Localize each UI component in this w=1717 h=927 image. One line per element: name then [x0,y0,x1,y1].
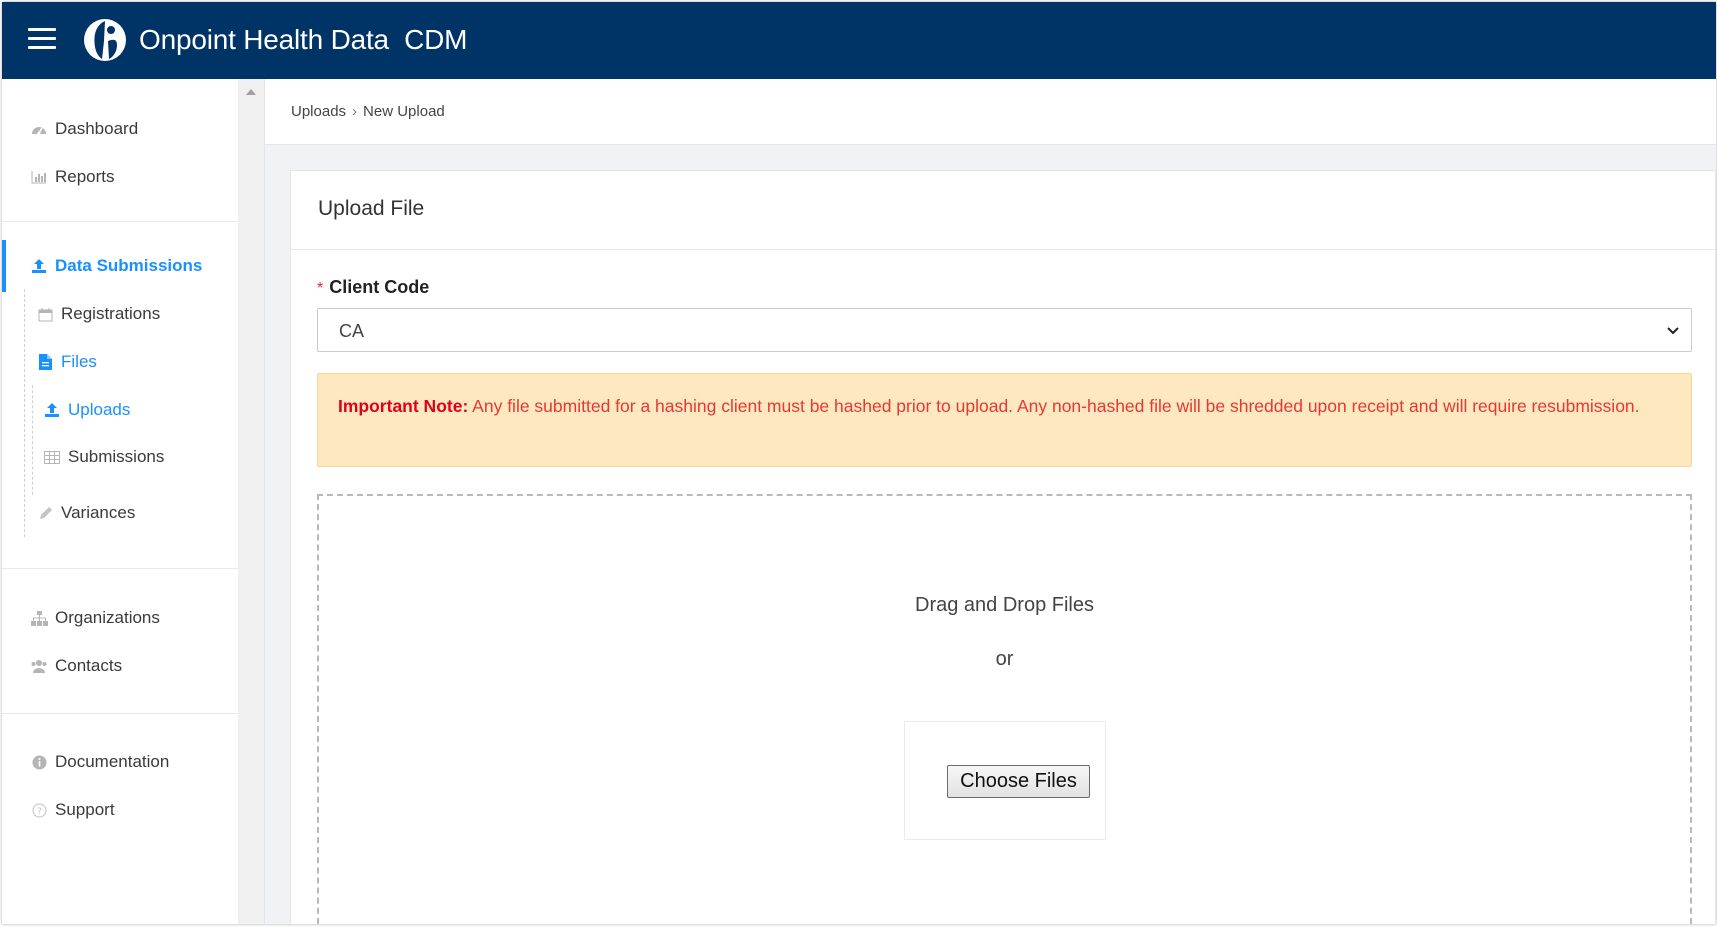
logo-icon [84,19,126,61]
sidebar-item-label: Dashboard [55,119,139,138]
sidebar-item-reports[interactable]: Reports [30,167,115,187]
upload-file-card: Upload File * Client Code CA Important No… [290,170,1716,924]
client-code-label-text: Client Code [329,277,430,297]
sidebar-item-label: Reports [55,167,115,186]
sidebar-item-uploads[interactable]: Uploads [43,400,130,420]
choose-files-button[interactable]: Choose Files [947,765,1090,798]
scroll-up-arrow-icon[interactable] [246,89,256,95]
sidebar-item-dashboard[interactable]: Dashboard [30,119,138,139]
sidebar-item-documentation[interactable]: Documentation [30,752,169,772]
sidebar-item-submissions[interactable]: Submissions [43,447,164,467]
table-icon [43,448,61,466]
sidebar-item-contacts[interactable]: Contacts [30,656,122,676]
top-header: Onpoint Health Data CDM [2,2,1716,79]
calendar-icon [36,305,54,323]
tree-line [24,289,25,537]
sidebar-item-variances[interactable]: Variances [36,503,135,523]
help-icon: ? [30,801,48,819]
important-note-alert: Important Note: Any file submitted for a… [317,373,1692,467]
client-code-select[interactable]: CA [317,308,1692,352]
menu-icon[interactable] [28,28,56,50]
bar-chart-icon [30,168,48,186]
org-chart-icon [30,609,48,627]
sidebar-item-label: Organizations [55,608,160,627]
app-window: Onpoint Health Data CDM Dashboard Report… [2,2,1716,924]
sidebar-item-organizations[interactable]: Organizations [30,608,160,628]
dropzone-heading: Drag and Drop Files [915,594,1094,616]
card-title: Upload File [318,197,425,220]
sidebar-item-label: Registrations [61,304,161,323]
sidebar-item-label: Submissions [68,447,165,466]
sidebar-divider [2,568,238,569]
sidebar-item-label: Files [61,352,97,371]
sidebar-divider [2,713,238,714]
sidebar-item-label: Contacts [55,656,123,675]
sidebar-item-files[interactable]: Files [36,352,97,372]
sidebar-item-label: Data Submissions [55,256,203,275]
breadcrumb-link-uploads[interactable]: Uploads [291,103,346,120]
sidebar-item-label: Uploads [68,400,131,419]
required-mark: * [317,280,324,297]
pencil-icon [36,504,54,522]
app-title: Onpoint Health Data CDM [139,24,468,55]
info-icon [30,753,48,771]
tree-line [32,385,33,495]
breadcrumb: Uploads › New Upload [291,103,445,120]
sidebar-scrollbar[interactable] [238,79,265,924]
breadcrumb-bar: Uploads › New Upload [265,79,1716,145]
upload-icon [30,257,48,275]
chevron-down-icon [1667,327,1679,335]
sidebar-item-support[interactable]: ? Support [30,800,115,820]
upload-icon [43,401,61,419]
breadcrumb-separator: › [352,103,358,120]
dashboard-icon [30,120,48,138]
sidebar-item-registrations[interactable]: Registrations [36,304,160,324]
client-code-label: * Client Code [317,277,429,298]
breadcrumb-current: New Upload [363,103,445,120]
sidebar: Dashboard Reports Data Submissions Regis… [2,79,238,924]
sidebar-item-label: Documentation [55,752,170,771]
sidebar-item-label: Support [55,800,115,819]
users-icon [30,657,48,675]
alert-text: Any file submitted for a hashing client … [468,396,1640,416]
file-input-box: Choose Files [904,721,1106,840]
card-header: Upload File [291,171,1715,250]
active-indicator [2,240,6,292]
dropzone-or: or [995,648,1014,670]
client-code-value: CA [339,321,365,341]
file-icon [36,353,54,371]
sidebar-item-label: Variances [61,503,136,522]
svg-text:?: ? [37,807,42,817]
sidebar-item-data-submissions[interactable]: Data Submissions [30,256,202,276]
sidebar-divider [2,221,238,222]
alert-bold-label: Important Note: [338,396,469,416]
file-dropzone[interactable]: Drag and Drop Files or Choose Files [317,494,1692,924]
